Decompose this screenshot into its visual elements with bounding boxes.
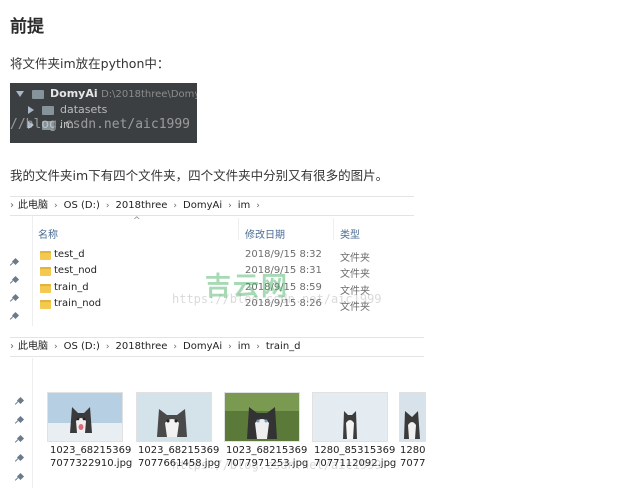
- image-thumbnail[interactable]: [312, 392, 388, 442]
- chevron-right-icon: ›: [10, 341, 14, 352]
- filename-line: 1023_68215369: [138, 445, 220, 456]
- ide-project-tree: DomyAi D:\2018three\DomyAi datasets im: [10, 83, 197, 143]
- chevron-right-icon: ›: [105, 342, 110, 352]
- folder-icon: [41, 105, 54, 115]
- section-heading: 前提: [10, 17, 44, 37]
- sort-up-icon: ^: [133, 216, 141, 226]
- watermark-logo: 吉云网: [205, 272, 290, 302]
- nav-pane-divider: [32, 216, 33, 326]
- file-name: train_d: [54, 282, 89, 293]
- breadcrumb-item[interactable]: OS (D:): [64, 200, 100, 211]
- image-filename: 1280 7077: [400, 444, 425, 470]
- filename-line: 1280_85315369: [314, 445, 396, 456]
- folder-icon: [40, 300, 51, 309]
- breadcrumb-item[interactable]: DomyAi: [183, 200, 222, 211]
- pin-icon[interactable]: [16, 434, 25, 443]
- chevron-right-icon: ›: [173, 342, 178, 352]
- breadcrumb-item[interactable]: 2018three: [116, 341, 168, 352]
- breadcrumb-item[interactable]: 此电脑: [18, 200, 48, 211]
- pin-icon[interactable]: [16, 472, 25, 481]
- watermark-text: //blog.csdn.net/aic1999: [10, 117, 191, 132]
- filename-line: 7077: [400, 458, 425, 469]
- filename-line: 1023_68215369: [50, 445, 132, 456]
- chevron-right-icon: ›: [256, 342, 260, 352]
- column-header-type[interactable]: 类型: [340, 226, 360, 241]
- image-thumbnail[interactable]: [224, 392, 300, 442]
- address-bar[interactable]: › 此电脑 › OS (D:) › 2018three › DomyAi › im › train_d: [10, 337, 424, 357]
- image-filename: 1023_68215369 7077322910.jpg: [50, 444, 132, 470]
- breadcrumb-item[interactable]: im: [238, 341, 251, 352]
- filename-line: 1023_68215369: [226, 445, 308, 456]
- breadcrumb-item[interactable]: OS (D:): [64, 341, 100, 352]
- file-row[interactable]: test_d 2018/9/15 8:32 文件夹: [38, 248, 418, 264]
- column-divider: [333, 218, 334, 240]
- pin-icon[interactable]: [16, 415, 25, 424]
- collapse-arrow-icon[interactable]: [28, 106, 34, 114]
- file-type: 文件夹: [340, 269, 370, 280]
- chevron-right-icon: ›: [228, 342, 232, 352]
- chevron-right-icon: ›: [228, 201, 232, 211]
- file-date: 2018/9/15 8:32: [245, 249, 322, 260]
- breadcrumb-item[interactable]: DomyAi: [183, 341, 222, 352]
- project-path: D:\2018three\DomyAi: [101, 89, 197, 100]
- address-bar[interactable]: › 此电脑 › OS (D:) › 2018three › DomyAi › im ›: [10, 196, 414, 216]
- breadcrumb-item[interactable]: 2018three: [116, 200, 168, 211]
- nav-pane-divider: [32, 358, 33, 488]
- chevron-right-icon: ›: [54, 342, 58, 352]
- watermark-url: https://blog.csdn.net/aic1999: [172, 458, 382, 472]
- folder-icon: [40, 251, 51, 260]
- image-thumbnail[interactable]: [399, 392, 426, 442]
- pin-icon[interactable]: [11, 275, 20, 284]
- pin-icon[interactable]: [11, 257, 20, 266]
- chevron-right-icon: ›: [173, 201, 178, 211]
- file-type: 文件夹: [340, 253, 370, 264]
- description-paragraph: 我的文件夹im下有四个文件夹，四个文件夹中分别又有很多的图片。: [10, 168, 389, 183]
- pin-icon[interactable]: [16, 453, 25, 462]
- file-name: train_nod: [54, 298, 102, 309]
- pin-icon[interactable]: [16, 396, 25, 405]
- image-thumbnail[interactable]: [47, 392, 123, 442]
- breadcrumb-item[interactable]: train_d: [266, 341, 301, 352]
- folder-icon: [40, 267, 51, 276]
- pin-icon[interactable]: [11, 311, 20, 320]
- filename-line: 1280: [400, 445, 425, 456]
- tree-label-datasets: datasets: [60, 103, 108, 116]
- folder-icon: [31, 89, 44, 99]
- column-header-name[interactable]: 名称: [38, 226, 58, 241]
- chevron-right-icon: ›: [54, 201, 58, 211]
- breadcrumb-item[interactable]: 此电脑: [18, 341, 48, 352]
- intro-paragraph: 将文件夹im放在python中：: [10, 56, 170, 71]
- breadcrumb-item[interactable]: im: [238, 200, 251, 211]
- chevron-right-icon: ›: [10, 200, 14, 211]
- tree-row-project[interactable]: DomyAi D:\2018three\DomyAi: [10, 86, 197, 102]
- project-name: DomyAi: [50, 87, 98, 100]
- column-header-date[interactable]: 修改日期: [245, 226, 285, 241]
- column-divider: [238, 218, 239, 240]
- file-name: test_nod: [54, 265, 98, 276]
- folder-icon: [40, 284, 51, 293]
- chevron-right-icon: ›: [105, 201, 110, 211]
- image-thumbnail[interactable]: [136, 392, 212, 442]
- filename-line: 7077322910.jpg: [50, 458, 133, 469]
- chevron-right-icon: ›: [256, 201, 260, 211]
- expand-arrow-icon[interactable]: [16, 91, 24, 97]
- tree-row-datasets[interactable]: datasets: [10, 102, 107, 118]
- file-name: test_d: [54, 249, 85, 260]
- pin-icon[interactable]: [11, 293, 20, 302]
